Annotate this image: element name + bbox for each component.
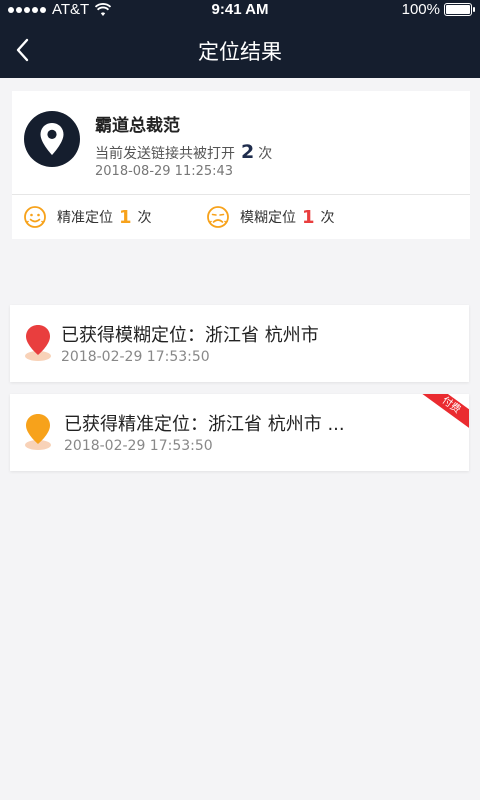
location-time: 2018-02-29 17:53:50 [61,349,210,365]
open-prefix: 当前发送链接共被打开 [95,146,235,162]
orange-location-pin-icon [25,414,51,450]
location-card-fuzzy[interactable]: 已获得模糊定位：浙江省 杭州市 2018-02-29 17:53:50 [10,305,469,382]
profile-timestamp: 2018-08-29 11:25:43 [95,164,234,179]
battery-icon [444,3,475,16]
fuzzy-stat: 模糊定位 1 次 [206,205,335,229]
red-location-pin-icon [25,325,51,361]
battery-percent: 100% [401,1,440,18]
status-bar: AT&T 9:41 AM 100% [0,0,480,22]
fuzzy-count: 1 [302,206,315,228]
status-right: 100% [401,1,475,18]
location-title: 已获得精准定位：浙江省 杭州市 ... [64,414,345,435]
location-time: 2018-02-29 17:53:50 [64,438,213,454]
fuzzy-label: 模糊定位 [240,210,296,226]
paid-ribbon: 付费 [414,394,469,436]
smile-face-icon [24,206,46,228]
open-suffix: 次 [258,146,273,162]
profile-card: 霸道总裁范 当前发送链接共被打开 2 次 2018-08-29 11:25:43 精… [12,91,470,239]
profile-name: 霸道总裁范 [95,116,180,136]
location-title: 已获得模糊定位：浙江省 杭州市 [61,325,319,346]
fuzzy-unit: 次 [320,210,335,226]
divider [12,194,470,195]
precise-label: 精准定位 [57,210,113,226]
open-count-text: 当前发送链接共被打开 2 次 [95,141,272,163]
avatar [24,111,80,167]
location-card-precise[interactable]: 已获得精准定位：浙江省 杭州市 ... 2018-02-29 17:53:50 … [10,394,469,471]
page-title: 定位结果 [198,40,282,64]
precise-count: 1 [119,206,132,228]
location-pin-icon [40,123,64,155]
nav-bar: 定位结果 [0,22,480,78]
open-count: 2 [241,141,255,163]
precise-stat: 精准定位 1 次 [23,205,152,229]
sad-face-icon [207,206,229,228]
precise-unit: 次 [137,210,152,226]
